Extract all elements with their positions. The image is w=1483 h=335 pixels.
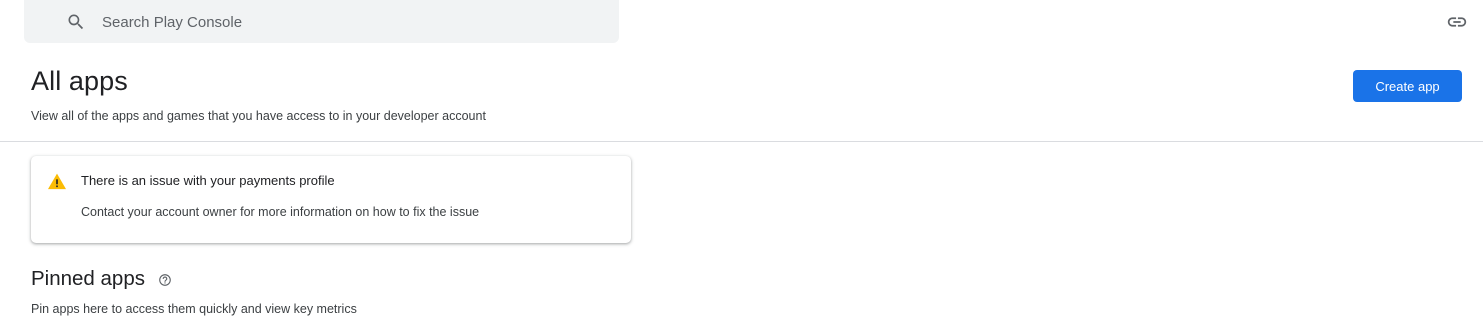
pinned-apps-title: Pinned apps	[31, 267, 145, 290]
search-input[interactable]	[102, 10, 602, 34]
warning-icon	[48, 173, 66, 190]
help-icon[interactable]	[158, 273, 172, 287]
search-bar[interactable]	[24, 0, 619, 43]
page-title: All apps	[31, 66, 128, 96]
search-icon	[68, 14, 84, 30]
alert-title: There is an issue with your payments pro…	[81, 173, 335, 188]
page-subtitle: View all of the apps and games that you …	[31, 109, 486, 123]
header-divider	[0, 141, 1483, 142]
alert-body: Contact your account owner for more info…	[81, 205, 480, 219]
create-app-button[interactable]: Create app	[1353, 70, 1462, 102]
link-icon[interactable]	[1446, 11, 1468, 33]
play-console-page: All apps View all of the apps and games …	[0, 0, 1483, 335]
payments-issue-alert: There is an issue with your payments pro…	[31, 156, 631, 243]
pinned-apps-subtitle: Pin apps here to access them quickly and…	[31, 302, 357, 316]
